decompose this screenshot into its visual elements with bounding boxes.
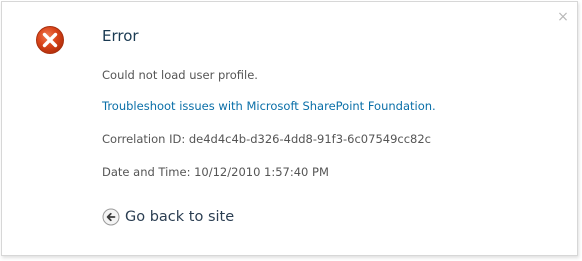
go-back-label[interactable]: Go back to site xyxy=(125,207,234,227)
troubleshoot-link[interactable]: Troubleshoot issues with Microsoft Share… xyxy=(102,98,436,114)
close-icon[interactable]: × xyxy=(557,10,569,24)
go-back-link[interactable]: Go back to site xyxy=(102,207,234,227)
date-time: Date and Time: 10/12/2010 1:57:40 PM xyxy=(102,165,329,179)
error-x-icon xyxy=(36,26,64,54)
dialog-title: Error xyxy=(102,27,139,45)
correlation-id: Correlation ID: de4d4c4b-d326-4dd8-91f3-… xyxy=(102,132,431,146)
error-message: Could not load user profile. xyxy=(102,68,258,82)
error-dialog: × Error Could not load user profile. Tro… xyxy=(1,1,578,256)
back-arrow-icon xyxy=(102,208,120,226)
